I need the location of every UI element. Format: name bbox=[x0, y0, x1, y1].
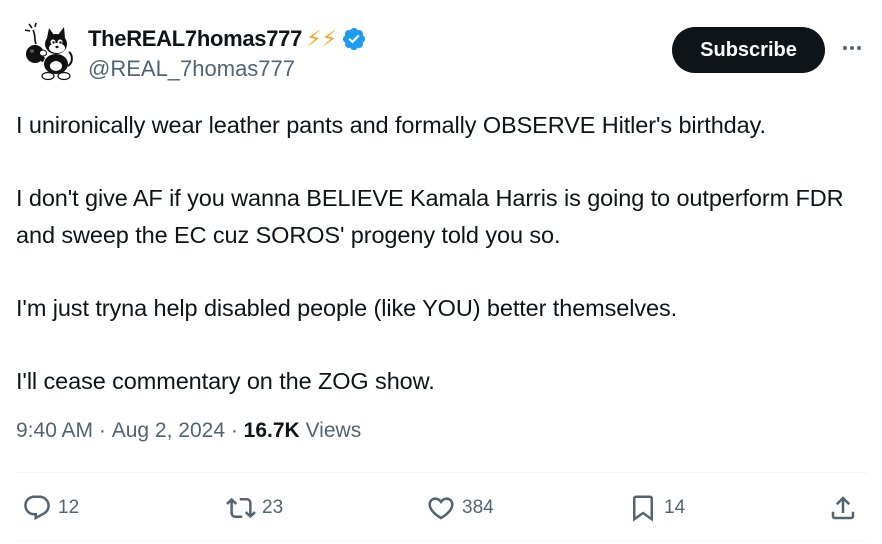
views-label: Views bbox=[299, 419, 362, 442]
bookmark-icon bbox=[633, 495, 653, 522]
cartoon-cat-avatar-icon bbox=[16, 22, 76, 82]
share-icon bbox=[831, 496, 855, 520]
tweet-meta: 9:40 AM · Aug 2, 2024 · 16.7K Views bbox=[16, 419, 361, 443]
display-name[interactable]: TheREAL7homas777 bbox=[88, 26, 302, 52]
lightning-bolt-emoji: ⚡⚡ bbox=[306, 26, 337, 51]
reply-icon bbox=[24, 495, 50, 521]
tweet-paragraph: I'm just tryna help disabled people (lik… bbox=[16, 295, 678, 321]
reply-button[interactable]: 12 bbox=[22, 493, 79, 523]
display-name-row[interactable]: TheREAL7homas777 ⚡⚡ bbox=[88, 26, 367, 52]
tweet-card: TheREAL7homas777 ⚡⚡ @REAL_7homas777 Subs… bbox=[0, 0, 882, 544]
share-button[interactable] bbox=[828, 493, 858, 523]
reply-count: 12 bbox=[58, 497, 80, 518]
avatar[interactable] bbox=[16, 22, 76, 82]
tweet-time[interactable]: 9:40 AM bbox=[16, 419, 93, 443]
views-count[interactable]: 16.7K bbox=[244, 419, 300, 443]
more-options-button[interactable] bbox=[838, 34, 866, 62]
bookmark-count: 14 bbox=[664, 497, 686, 518]
like-button[interactable]: 384 bbox=[426, 493, 494, 523]
like-count: 384 bbox=[462, 497, 494, 518]
tweet-paragraph: I'll cease commentary on the ZOG show. bbox=[16, 368, 435, 394]
meta-separator: · bbox=[93, 419, 112, 442]
verified-badge-icon[interactable] bbox=[341, 26, 367, 52]
subscribe-button[interactable]: Subscribe bbox=[672, 27, 825, 73]
bookmark-button[interactable]: 14 bbox=[628, 493, 685, 523]
tweet-date[interactable]: Aug 2, 2024 bbox=[112, 419, 225, 443]
repost-button[interactable]: 23 bbox=[226, 493, 283, 523]
tweet-text: I unironically wear leather pants and fo… bbox=[16, 107, 866, 400]
meta-separator: · bbox=[225, 419, 244, 442]
tweet-paragraph: I unironically wear leather pants and fo… bbox=[16, 112, 766, 138]
more-horizontal-icon bbox=[843, 46, 861, 50]
repost-icon bbox=[226, 497, 256, 519]
tweet-paragraph: I don't give AF if you wanna BELIEVE Kam… bbox=[16, 185, 844, 248]
heart-icon bbox=[428, 497, 454, 520]
divider bbox=[16, 540, 866, 541]
repost-count: 23 bbox=[262, 497, 284, 518]
action-bar: 12 23 384 14 bbox=[0, 483, 882, 535]
divider bbox=[16, 472, 866, 473]
author-handle[interactable]: @REAL_7homas777 bbox=[88, 56, 295, 82]
